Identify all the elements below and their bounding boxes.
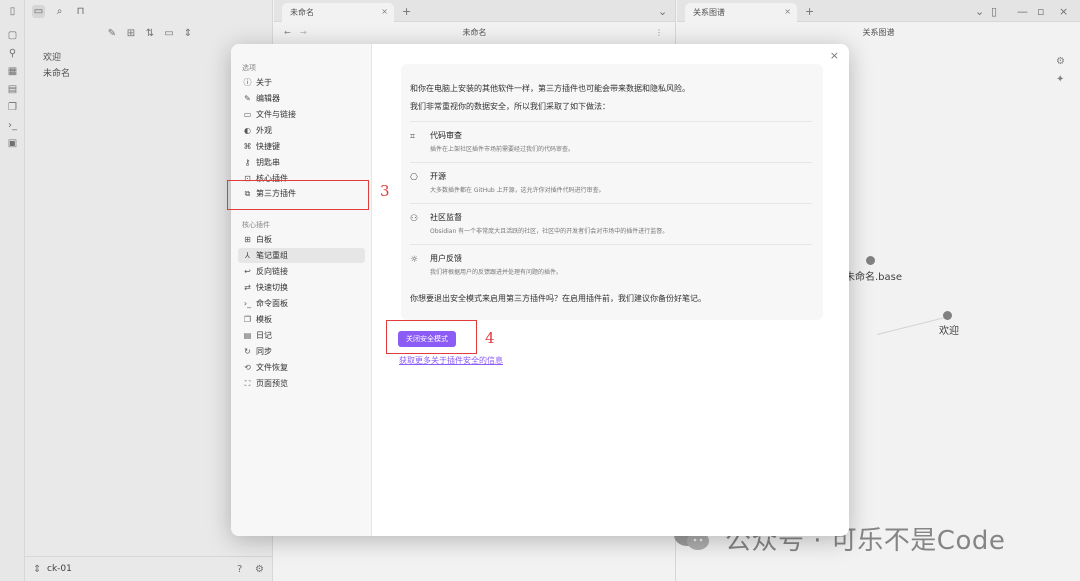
history-icon: ⟲ <box>244 363 251 372</box>
plugin-item-page-preview[interactable]: ⛶ 页面预览 <box>238 376 365 391</box>
confirm-question: 你想要退出安全模式来启用第三方插件吗？在启用插件前，我们建议你备份好笔记。 <box>410 294 706 303</box>
settings-sidebar: 选项 ⓘ 关于 ✎ 编辑器 ▭ 文件与链接 ◐ 外观 ⌘ 快捷键 ⚷ 钥匙串 ⊡ 核心插件 ⧉… <box>231 44 372 536</box>
settings-modal: 选项 ⓘ 关于 ✎ 编辑器 ▭ 文件与链接 ◐ 外观 ⌘ 快捷键 ⚷ 钥匙串 ⊡ 核心插件 ⧉… <box>231 44 849 536</box>
feature-desc: 插件在上架社区插件市场前需要经过我们的代码审查。 <box>430 146 575 153</box>
safety-info-card: 和你在电脑上安装的其他软件一样，第三方插件也可能会带来数据和隐私风险。 我们非常… <box>401 64 823 320</box>
feature-desc: 我们将根据用户的反馈跟进并处理有问题的插件。 <box>430 269 563 276</box>
pencil-icon: ✎ <box>244 94 251 103</box>
command-icon: ⌘ <box>243 142 252 151</box>
plugin-item-label: 页面预览 <box>256 379 288 388</box>
preview-icon: ⛶ <box>244 379 251 388</box>
github-icon: ⎔ <box>410 173 418 183</box>
core-group-title: 核心插件 <box>242 221 270 229</box>
terminal-icon: ›_ <box>243 299 252 308</box>
settings-item-about[interactable]: ⓘ 关于 <box>238 75 365 90</box>
canvas-icon: ⊞ <box>244 235 251 244</box>
options-group-title: 选项 <box>242 64 256 72</box>
annotation-number: 3 <box>380 182 390 200</box>
plugin-item-command-palette[interactable]: ›_ 命令面板 <box>238 296 365 311</box>
plugin-item-sync[interactable]: ↻ 同步 <box>238 344 365 359</box>
settings-item-editor[interactable]: ✎ 编辑器 <box>238 91 365 106</box>
plugin-item-label: 模板 <box>256 315 272 324</box>
folder-icon: ▭ <box>243 110 252 119</box>
plugin-item-label: 日记 <box>256 331 272 340</box>
plugin-item-file-recovery[interactable]: ⟲ 文件恢复 <box>238 360 365 375</box>
bug-icon: ☼ <box>410 255 419 265</box>
settings-item-hotkeys[interactable]: ⌘ 快捷键 <box>238 139 365 154</box>
calendar-icon: ▤ <box>243 331 252 340</box>
plugin-item-quick-switcher[interactable]: ⇄ 快速切换 <box>238 280 365 295</box>
plugin-item-label: 命令面板 <box>256 299 288 308</box>
plugin-item-label: 同步 <box>256 347 272 356</box>
merge-icon: ⅄ <box>245 251 250 260</box>
plugin-item-daily-notes[interactable]: ▤ 日记 <box>238 328 365 343</box>
plugin-item-label: 反向链接 <box>256 267 288 276</box>
users-icon: ⚇ <box>410 214 419 224</box>
feature-title: 开源 <box>430 172 446 181</box>
settings-item-label: 外观 <box>256 126 272 135</box>
annotation-number: 4 <box>485 329 495 347</box>
plugin-item-label: 文件恢复 <box>256 363 288 372</box>
info-icon: ⓘ <box>243 78 252 87</box>
feature-desc: Obsidian 有一个非常庞大且活跃的社区，社区中的开发者们会对市场中的插件进… <box>430 228 669 235</box>
feature-title: 用户反馈 <box>430 254 462 263</box>
settings-item-files[interactable]: ▭ 文件与链接 <box>238 107 365 122</box>
feature-open-source: ⎔ 开源 大多数插件都在 GitHub 上开源，这允许你对插件代码进行审查。 <box>410 162 812 202</box>
plugin-item-label: 笔记重组 <box>256 251 288 260</box>
annotation-box <box>386 320 477 354</box>
feature-community: ⚇ 社区监督 Obsidian 有一个非常庞大且活跃的社区，社区中的开发者们会对… <box>410 203 812 243</box>
review-icon: ⌗ <box>410 132 416 142</box>
key-icon: ⚷ <box>244 158 251 167</box>
feature-code-review: ⌗ 代码审查 插件在上架社区插件市场前需要经过我们的代码审查。 <box>410 121 812 161</box>
backlink-icon: ↩ <box>244 267 251 276</box>
plugin-item-label: 快速切换 <box>256 283 288 292</box>
palette-icon: ◐ <box>244 126 251 135</box>
feature-title: 社区监督 <box>430 213 462 222</box>
feature-desc: 大多数插件都在 GitHub 上开源，这允许你对插件代码进行审查。 <box>430 187 605 194</box>
switch-icon: ⇄ <box>244 283 251 292</box>
plugin-item-backlinks[interactable]: ↩ 反向链接 <box>238 264 365 279</box>
feature-title: 代码审查 <box>430 131 462 140</box>
plugin-item-note-composer[interactable]: ⅄ 笔记重组 <box>238 248 365 263</box>
settings-item-appearance[interactable]: ◐ 外观 <box>238 123 365 138</box>
annotation-box <box>227 180 369 210</box>
settings-item-label: 钥匙串 <box>256 158 280 167</box>
plugin-item-canvas[interactable]: ⊞ 白板 <box>238 232 365 247</box>
plugin-security-link[interactable]: 获取更多关于插件安全的信息 <box>399 355 503 366</box>
template-icon: ❐ <box>243 315 252 324</box>
settings-item-label: 关于 <box>256 78 272 87</box>
settings-item-keychain[interactable]: ⚷ 钥匙串 <box>238 155 365 170</box>
sync-icon: ↻ <box>244 347 251 356</box>
plugin-item-label: 白板 <box>256 235 272 244</box>
plugin-item-templates[interactable]: ❐ 模板 <box>238 312 365 327</box>
intro-text: 我们非常重视你的数据安全，所以我们采取了如下做法： <box>410 102 610 111</box>
feature-feedback: ☼ 用户反馈 我们将根据用户的反馈跟进并处理有问题的插件。 <box>410 244 812 284</box>
settings-item-label: 快捷键 <box>256 142 280 151</box>
settings-item-label: 文件与链接 <box>256 110 296 119</box>
intro-text: 和你在电脑上安装的其他软件一样，第三方插件也可能会带来数据和隐私风险。 <box>410 84 690 93</box>
close-icon[interactable]: × <box>830 49 839 62</box>
settings-item-label: 编辑器 <box>256 94 280 103</box>
